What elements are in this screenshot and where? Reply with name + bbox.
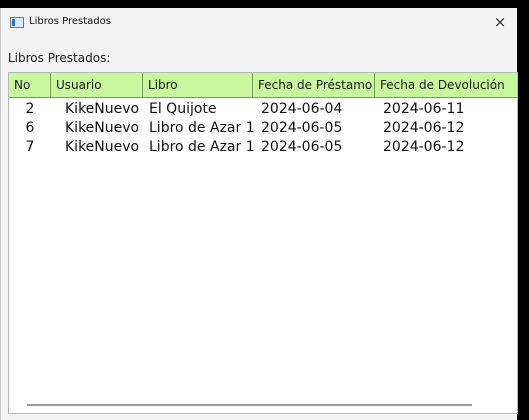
desktop-background-right xyxy=(517,0,529,420)
cell-user: KikeNuevo xyxy=(65,139,140,155)
cell-loan-date: 2024-06-05 xyxy=(261,139,343,155)
title-bar[interactable]: Libros Prestados × xyxy=(1,8,518,36)
cell-no: 7 xyxy=(25,139,35,155)
cell-book: Libro de Azar 1 xyxy=(149,120,255,136)
table-row[interactable]: 7 KikeNuevo Libro de Azar 1 2024-06-05 2… xyxy=(9,138,517,157)
column-header-no[interactable]: No xyxy=(9,73,51,98)
cell-loan-date: 2024-06-05 xyxy=(261,120,343,136)
column-header-user[interactable]: Usuario xyxy=(51,73,143,98)
cell-loan-date: 2024-06-04 xyxy=(261,101,343,117)
cell-user: KikeNuevo xyxy=(65,101,140,117)
close-button[interactable]: × xyxy=(488,11,512,33)
cell-book: El Quijote xyxy=(149,101,217,117)
table-header: No Usuario Libro Fecha de Préstamo Fecha… xyxy=(9,73,517,98)
cell-no: 2 xyxy=(25,101,35,117)
column-header-book[interactable]: Libro xyxy=(143,73,253,98)
window-app-icon xyxy=(10,17,24,28)
cell-return-date: 2024-06-12 xyxy=(383,139,465,155)
window-title: Libros Prestados xyxy=(29,16,111,27)
table-row[interactable]: 2 KikeNuevo El Quijote 2024-06-04 2024-0… xyxy=(9,100,517,119)
table-row[interactable]: 6 KikeNuevo Libro de Azar 1 2024-06-05 2… xyxy=(9,119,517,138)
cell-user: KikeNuevo xyxy=(65,120,140,136)
cell-no: 6 xyxy=(25,120,35,136)
loaned-books-window: Libros Prestados × Libros Prestados: No … xyxy=(0,8,518,420)
table-body: 2 KikeNuevo El Quijote 2024-06-04 2024-0… xyxy=(9,100,517,157)
section-label: Libros Prestados: xyxy=(8,51,111,65)
column-header-loan-date[interactable]: Fecha de Préstamo xyxy=(253,73,375,98)
column-header-return-date[interactable]: Fecha de Devolución xyxy=(375,73,517,98)
cell-book: Libro de Azar 1 xyxy=(149,139,255,155)
loans-list[interactable]: No Usuario Libro Fecha de Préstamo Fecha… xyxy=(8,72,518,414)
cell-return-date: 2024-06-11 xyxy=(383,101,465,117)
desktop-background-top xyxy=(0,0,529,8)
horizontal-scrollbar[interactable] xyxy=(27,404,472,406)
cell-return-date: 2024-06-12 xyxy=(383,120,465,136)
